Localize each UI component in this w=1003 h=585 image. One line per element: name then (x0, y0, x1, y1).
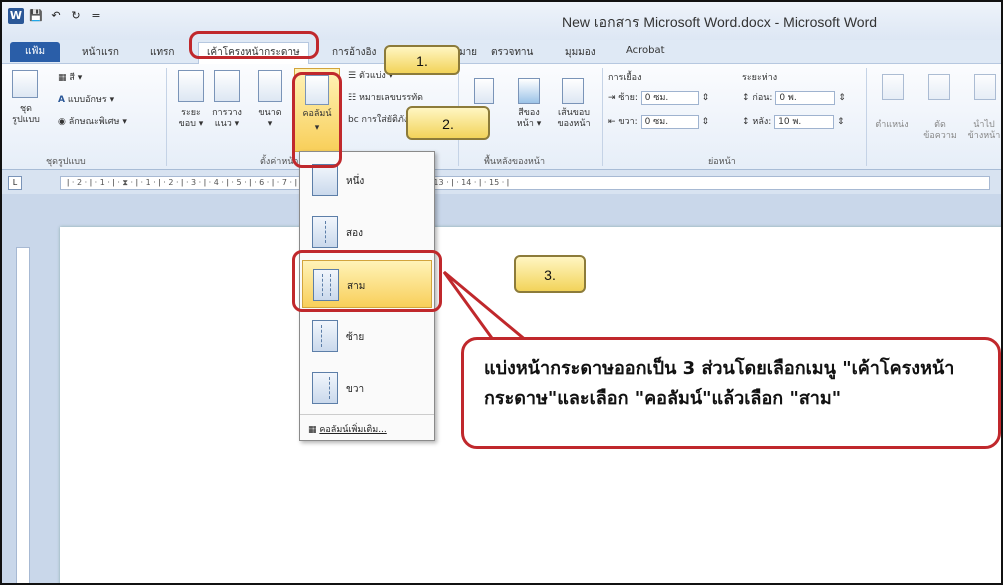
separator (866, 68, 867, 166)
tab-selector-icon[interactable]: L (8, 176, 22, 190)
themes-icon[interactable] (12, 70, 38, 98)
spacing-after-field[interactable]: 10 พ. (774, 114, 835, 129)
redo-icon[interactable]: ↻ (68, 8, 84, 24)
tab-home[interactable]: หน้าแรก (82, 45, 119, 60)
column-option-label: สอง (346, 228, 363, 239)
one-column-icon (312, 164, 338, 196)
margins-icon[interactable] (178, 70, 204, 102)
background-group-label: พื้นหลังของหน้า (484, 157, 546, 167)
quick-access-toolbar: W 💾 ↶ ↻ = (8, 8, 104, 24)
tab-references[interactable]: การอ้างอิง (332, 45, 376, 60)
separator (166, 68, 167, 166)
hyphenation-button[interactable]: bc การใส่ยัติภังค์ (348, 112, 414, 126)
column-option-label: ขวา (346, 384, 365, 395)
step-1-callout: 1. (384, 45, 460, 75)
undo-icon[interactable]: ↶ (48, 8, 64, 24)
right-column-icon (312, 372, 338, 404)
margins-button[interactable]: ระยะ ขอบ ▾ (174, 108, 208, 130)
highlight-ring-columns (292, 72, 342, 168)
ribbon-tabs: แฟ้ม หน้าแรก แทรก เค้าโครงหน้ากระดาษ การ… (2, 40, 1001, 64)
theme-fonts[interactable]: A แบบอักษร ▾ (58, 92, 114, 106)
customize-icon[interactable]: = (88, 8, 104, 24)
themes-group-label: ชุดรูปแบบ (46, 157, 86, 167)
themes-button[interactable]: ชุด รูปแบบ (6, 104, 46, 126)
orientation-button[interactable]: การวาง แนว ▾ (210, 108, 244, 130)
highlight-ring-layout-tab (189, 31, 319, 59)
horizontal-ruler[interactable]: ǀ · 2 · ǀ · 1 · ǀ · ⧗ · ǀ · 1 · ǀ · 2 · … (60, 176, 990, 190)
tab-review[interactable]: ตรวจทาน (491, 45, 533, 60)
column-option-label: หนึ่ง (346, 176, 365, 187)
tab-insert[interactable]: แทรก (150, 45, 174, 60)
indent-label: การเยื้อง (608, 73, 642, 83)
theme-effects[interactable]: ◉ ลักษณะพิเศษ ▾ (58, 114, 127, 128)
indent-right: ⇤ ขวา: 0 ซม. ⇕ (608, 114, 709, 129)
indent-left: ⇥ ซ้าย: 0 ซม. ⇕ (608, 90, 710, 105)
window-title: New เอกสาร Microsoft Word.docx - Microso… (562, 14, 878, 30)
position-button[interactable]: ตำแหน่ง (872, 120, 912, 131)
wrap-text-icon[interactable] (928, 74, 950, 100)
theme-colors[interactable]: ▦ สี ▾ (58, 70, 82, 84)
size-button[interactable]: ขนาด ▾ (252, 108, 288, 130)
tab-view[interactable]: มุมมอง (565, 45, 596, 60)
two-columns-icon (312, 216, 338, 248)
wrap-text-button[interactable]: ตัด ข้อความ (918, 120, 962, 142)
column-option-two[interactable]: สอง (302, 208, 432, 256)
tab-file[interactable]: แฟ้ม (10, 42, 60, 62)
paragraph-group-label: ย่อหน้า (708, 157, 736, 167)
spacing-after: ↕ หลัง: 10 พ. ⇕ (742, 114, 845, 129)
line-numbers-button[interactable]: ☷ หมายเลขบรรทัด (348, 90, 423, 104)
page-borders-button[interactable]: เส้นขอบ ของหน้า (552, 108, 596, 130)
orientation-icon[interactable] (214, 70, 240, 102)
watermark-icon[interactable] (474, 78, 494, 104)
column-option-label: ซ้าย (346, 332, 365, 343)
save-icon[interactable]: 💾 (28, 8, 44, 24)
spacing-before-field[interactable]: 0 พ. (775, 90, 836, 105)
bring-forward-icon[interactable] (974, 74, 996, 100)
column-option-left[interactable]: ซ้าย (302, 312, 432, 360)
tab-acrobat[interactable]: Acrobat (626, 45, 665, 56)
left-column-icon (312, 320, 338, 352)
spacing-label: ระยะห่าง (742, 73, 778, 83)
highlight-ring-three (292, 250, 442, 312)
vertical-ruler[interactable] (16, 247, 30, 583)
more-columns-link[interactable]: ▦ คอลัมน์เพิ่มเติม... (300, 414, 434, 440)
instruction-bubble: แบ่งหน้ากระดาษออกเป็น 3 ส่วนโดยเลือกเมนู… (461, 337, 1001, 449)
page-color-icon[interactable] (518, 78, 540, 104)
ribbon: ชุด รูปแบบ ▦ สี ▾ A แบบอักษร ▾ ◉ ลักษณะพิ… (2, 64, 1001, 170)
page-borders-icon[interactable] (562, 78, 584, 104)
step-2-callout: 2. (406, 106, 490, 140)
page-color-button[interactable]: สีของ หน้า ▾ (508, 108, 550, 130)
size-icon[interactable] (258, 70, 282, 102)
indent-left-field[interactable]: 0 ซม. (640, 90, 699, 105)
word-logo-icon[interactable]: W (8, 8, 24, 24)
spacing-before: ↕ ก่อน: 0 พ. ⇕ (742, 90, 846, 105)
bring-forward-button[interactable]: นำไป ข้างหน้า (964, 120, 1001, 142)
word-window: W 💾 ↶ ↻ = New เอกสาร Microsoft Word.docx… (0, 0, 1003, 585)
column-option-right[interactable]: ขวา (302, 364, 432, 412)
title-bar: W 💾 ↶ ↻ = New เอกสาร Microsoft Word.docx… (2, 2, 1001, 40)
indent-right-field[interactable]: 0 ซม. (640, 114, 699, 129)
position-icon[interactable] (882, 74, 904, 100)
separator (602, 68, 603, 166)
